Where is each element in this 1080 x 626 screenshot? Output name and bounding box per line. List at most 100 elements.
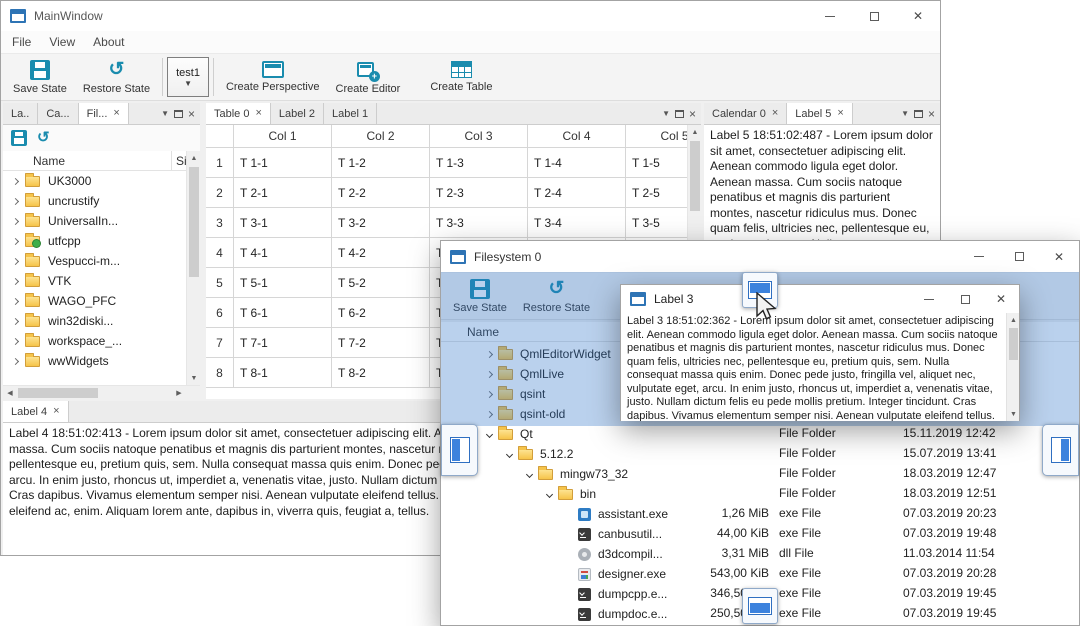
menu-item-view[interactable]: View	[40, 31, 84, 53]
folder-row[interactable]: win32diski...	[3, 311, 186, 331]
filesystem-titlebar[interactable]: Filesystem 0 ✕	[441, 241, 1079, 272]
tab-close-icon[interactable]: ×	[772, 108, 778, 119]
table-cell[interactable]: T 5-1	[234, 268, 332, 298]
expand-chevron-icon[interactable]	[11, 197, 20, 205]
table-row-header[interactable]: 1	[206, 148, 234, 178]
table-cell[interactable]: T 2-3	[430, 178, 528, 208]
save-state-icon[interactable]	[11, 130, 27, 146]
table-column-header[interactable]: Col 3	[430, 125, 528, 148]
maximize-button[interactable]	[947, 285, 983, 313]
save-state-button[interactable]: Save State	[5, 55, 75, 99]
expand-chevron-icon[interactable]	[11, 357, 20, 365]
expand-chevron-icon[interactable]	[11, 177, 20, 185]
table-cell[interactable]: T 1-4	[528, 148, 626, 178]
scroll-down-icon[interactable]: ▼	[1007, 407, 1020, 421]
maximize-button[interactable]	[852, 1, 896, 31]
table-cell[interactable]: T 3-2	[332, 208, 430, 238]
expand-chevron-icon[interactable]	[11, 237, 20, 245]
scrollbar-thumb[interactable]	[189, 167, 199, 277]
dock-indicator-left[interactable]	[441, 424, 478, 476]
tab-ca[interactable]: Ca...	[38, 103, 79, 124]
tab-menu-icon[interactable]: ▼	[662, 109, 670, 118]
folder-row[interactable]: UniversalIn...	[3, 211, 186, 231]
file-row[interactable]: assistant.exe 1,26 MiB exe File 07.03.2019 …	[441, 504, 1079, 524]
expand-chevron-icon[interactable]	[11, 277, 20, 285]
scroll-up-icon[interactable]: ▲	[688, 125, 701, 139]
folder-row[interactable]: utfcpp	[3, 231, 186, 251]
dock-indicator-bottom[interactable]	[742, 588, 778, 624]
scrollbar-thumb[interactable]	[18, 388, 98, 398]
file-row[interactable]: bin File Folder 18.03.2019 12:51	[441, 484, 1079, 504]
left-tree-vscrollbar[interactable]: ▲ ▼	[186, 151, 200, 385]
scroll-up-icon[interactable]: ▲	[187, 151, 201, 165]
minimize-button[interactable]	[808, 1, 852, 31]
table-cell[interactable]: T 1-3	[430, 148, 528, 178]
table-cell[interactable]: T 3-3	[430, 208, 528, 238]
tab-la[interactable]: La..	[3, 103, 39, 124]
expand-chevron-icon[interactable]	[11, 337, 20, 345]
expand-chevron-icon[interactable]	[11, 257, 20, 265]
tab-label-1[interactable]: Label 1	[324, 103, 378, 124]
tab-menu-icon[interactable]: ▼	[901, 109, 909, 118]
scrollbar-thumb[interactable]	[690, 141, 700, 211]
close-button[interactable]: ✕	[896, 1, 940, 31]
restore-state-icon[interactable]: ↺	[37, 130, 50, 146]
tab-table-0[interactable]: Table 0 ×	[206, 103, 271, 124]
file-row[interactable]: d3dcompil... 3,31 MiB dll File 11.03.2014 1…	[441, 544, 1079, 564]
column-header-name[interactable]: Name	[33, 154, 65, 168]
table-cell[interactable]: T 8-2	[332, 358, 430, 388]
expand-chevron-icon[interactable]	[11, 317, 20, 325]
perspective-dropdown[interactable]: test1 ▼	[167, 57, 209, 97]
file-row[interactable]: designer.exe 543,00 KiB exe File 07.03.2019…	[441, 564, 1079, 584]
column-header-size[interactable]: Si	[171, 151, 187, 170]
close-button[interactable]: ✕	[1039, 241, 1079, 272]
folder-row[interactable]: UK3000	[3, 171, 186, 191]
label3-window[interactable]: Label 3 ✕ Label 3 18:51:02:362 - Lorem i…	[620, 284, 1020, 421]
table-cell[interactable]: T 1-1	[234, 148, 332, 178]
expand-chevron-icon[interactable]	[545, 490, 554, 498]
folder-row[interactable]: VTK	[3, 271, 186, 291]
create-editor-button[interactable]: Create Editor	[328, 55, 409, 99]
table-cell[interactable]: T 4-1	[234, 238, 332, 268]
undock-icon[interactable]	[674, 109, 684, 118]
table-cell[interactable]: T 4-2	[332, 238, 430, 268]
menu-item-file[interactable]: File	[3, 31, 40, 53]
table-row-header[interactable]: 7	[206, 328, 234, 358]
table-row-header[interactable]: 8	[206, 358, 234, 388]
tab-label-5[interactable]: Label 5 ×	[787, 103, 853, 124]
table-cell[interactable]: T 6-2	[332, 298, 430, 328]
undock-icon[interactable]	[913, 109, 923, 118]
expand-chevron-icon[interactable]	[11, 297, 20, 305]
table-cell[interactable]: T 3-4	[528, 208, 626, 238]
close-dock-icon[interactable]: ×	[928, 108, 935, 120]
table-cell[interactable]: T 8-1	[234, 358, 332, 388]
restore-state-button[interactable]: ↺ Restore State	[75, 55, 158, 99]
expand-chevron-icon[interactable]	[505, 450, 514, 458]
table-cell[interactable]: T 1-2	[332, 148, 430, 178]
table-cell[interactable]: T 2-4	[528, 178, 626, 208]
dock-indicator-right[interactable]	[1042, 424, 1079, 476]
expand-chevron-icon[interactable]	[525, 470, 534, 478]
create-perspective-button[interactable]: Create Perspective	[218, 55, 328, 99]
label3-titlebar[interactable]: Label 3 ✕	[621, 285, 1019, 313]
close-dock-icon[interactable]: ×	[188, 108, 195, 120]
scrollbar-thumb[interactable]	[1009, 328, 1018, 360]
minimize-button[interactable]	[911, 285, 947, 313]
scroll-right-icon[interactable]: ▶	[172, 386, 186, 400]
minimize-button[interactable]	[959, 241, 999, 272]
table-cell[interactable]: T 7-2	[332, 328, 430, 358]
table-row-header[interactable]: 3	[206, 208, 234, 238]
table-row-header[interactable]: 4	[206, 238, 234, 268]
menu-item-about[interactable]: About	[84, 31, 133, 53]
create-table-button[interactable]: Create Table	[422, 55, 500, 99]
table-cell[interactable]: T 3-1	[234, 208, 332, 238]
tab-close-icon[interactable]: ×	[53, 406, 59, 417]
table-row-header[interactable]: 6	[206, 298, 234, 328]
table-cell[interactable]: T 7-1	[234, 328, 332, 358]
tab-menu-icon[interactable]: ▼	[161, 109, 169, 118]
scroll-down-icon[interactable]: ▼	[187, 371, 201, 385]
maximize-button[interactable]	[999, 241, 1039, 272]
tab-calendar-0[interactable]: Calendar 0 ×	[704, 103, 788, 124]
table-cell[interactable]: T 6-1	[234, 298, 332, 328]
table-row-header[interactable]: 2	[206, 178, 234, 208]
